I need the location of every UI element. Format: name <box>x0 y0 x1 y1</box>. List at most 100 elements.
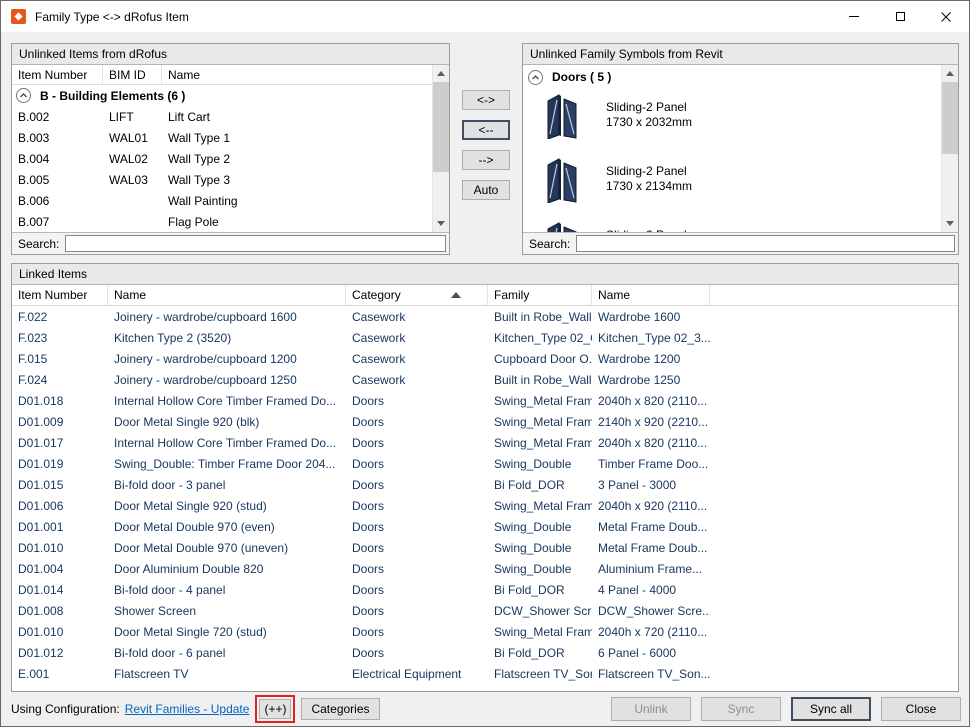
linked-col-family-name[interactable]: Name <box>592 285 710 305</box>
item-number-cell: D01.017 <box>12 436 108 450</box>
drofus-search-row: Search: <box>12 232 449 254</box>
drofus-item-row[interactable]: B.002 LIFT Lift Cart <box>12 106 432 127</box>
close-button[interactable] <box>923 1 969 32</box>
linked-item-row[interactable]: D01.006 Door Metal Single 920 (stud) Doo… <box>12 495 958 516</box>
drofus-item-row[interactable]: B.007 Flag Pole <box>12 211 432 232</box>
scroll-down-icon[interactable] <box>433 215 449 232</box>
item-number-cell: D01.006 <box>12 499 108 513</box>
linked-item-row[interactable]: F.015 Joinery - wardrobe/cupboard 1200 C… <box>12 348 958 369</box>
collapse-chevron-up-icon[interactable] <box>528 70 543 85</box>
drofus-item-row[interactable]: B.006 Wall Painting <box>12 190 432 211</box>
drofus-column-headers: Item Number BIM ID Name <box>12 65 432 85</box>
revit-family-item[interactable]: Sliding-2 Panel 1730 x 2032mm <box>523 89 941 153</box>
scroll-thumb[interactable] <box>942 82 958 154</box>
sync-button[interactable]: Sync <box>701 697 781 721</box>
revit-group-row[interactable]: Doors ( 5 ) <box>523 65 941 89</box>
bim-id-cell: WAL02 <box>103 152 162 166</box>
linked-item-row[interactable]: F.022 Joinery - wardrobe/cupboard 1600 C… <box>12 306 958 327</box>
revit-item-text: Sliding-2 Panel <box>606 221 687 232</box>
linked-item-row[interactable]: D01.009 Door Metal Single 920 (blk) Door… <box>12 411 958 432</box>
linked-item-row[interactable]: D01.015 Bi-fold door - 3 panel Doors Bi … <box>12 474 958 495</box>
family-type-cell: 2040h x 820 (2110... <box>592 394 710 408</box>
expand-config-button[interactable]: (++) <box>259 699 291 719</box>
drofus-item-row[interactable]: B.005 WAL03 Wall Type 3 <box>12 169 432 190</box>
minimize-button[interactable] <box>831 1 877 32</box>
linked-item-row[interactable]: D01.014 Bi-fold door - 4 panel Doors Bi … <box>12 579 958 600</box>
linked-item-row[interactable]: D01.008 Shower Screen Doors DCW_Shower S… <box>12 600 958 621</box>
move-right-button[interactable]: --> <box>462 150 510 170</box>
family-type-name: Sliding-2 Panel <box>606 164 692 179</box>
drofus-item-row[interactable]: B.003 WAL01 Wall Type 1 <box>12 127 432 148</box>
linked-item-row[interactable]: E.001 Flatscreen TV Electrical Equipment… <box>12 663 958 684</box>
linked-item-row[interactable]: D01.018 Internal Hollow Core Timber Fram… <box>12 390 958 411</box>
drofus-group-row[interactable]: B - Building Elements (6 ) <box>12 85 432 106</box>
revit-family-item[interactable]: Sliding-2 Panel <box>523 217 941 232</box>
scroll-track[interactable] <box>942 82 958 215</box>
drofus-search-input[interactable] <box>65 235 446 252</box>
linked-col-category[interactable]: Category <box>346 285 488 305</box>
family-cell: Swing_Double <box>488 457 592 471</box>
drofus-col-item-number[interactable]: Item Number <box>12 65 103 84</box>
link-both-button[interactable]: <-> <box>462 90 510 110</box>
close-dialog-button[interactable]: Close <box>881 697 961 721</box>
linked-item-row[interactable]: F.024 Joinery - wardrobe/cupboard 1250 C… <box>12 369 958 390</box>
app-icon <box>10 8 27 25</box>
drofus-col-name[interactable]: Name <box>162 65 432 84</box>
revit-search-input[interactable] <box>576 235 955 252</box>
scroll-up-icon[interactable] <box>942 65 958 82</box>
drofus-scrollbar[interactable] <box>432 65 449 232</box>
category-cell: Doors <box>346 646 488 660</box>
family-cell: Swing_Double <box>488 541 592 555</box>
drofus-col-bim-id[interactable]: BIM ID <box>103 65 162 84</box>
category-cell: Casework <box>346 331 488 345</box>
revit-search-row: Search: <box>523 232 958 254</box>
unlinked-drofus-panel: Unlinked Items from dRofus Item Number B… <box>11 43 450 255</box>
scroll-thumb[interactable] <box>433 82 449 172</box>
linked-col-filler <box>710 285 958 305</box>
scroll-down-icon[interactable] <box>942 215 958 232</box>
linked-col-name[interactable]: Name <box>108 285 346 305</box>
auto-link-button[interactable]: Auto <box>462 180 510 200</box>
collapse-chevron-up-icon[interactable] <box>16 88 31 103</box>
linked-col-item-number[interactable]: Item Number <box>12 285 108 305</box>
configuration-link[interactable]: Revit Families - Update <box>125 702 250 716</box>
revit-item-list: Sliding-2 Panel 1730 x 2032mm Sliding-2 … <box>523 89 941 232</box>
linked-item-row[interactable]: F.023 Kitchen Type 2 (3520) Casework Kit… <box>12 327 958 348</box>
linked-col-family[interactable]: Family <box>488 285 592 305</box>
family-type-cell: DCW_Shower Scre... <box>592 604 710 618</box>
item-name-cell: Joinery - wardrobe/cupboard 1200 <box>108 352 346 366</box>
item-name-cell: Door Metal Double 970 (even) <box>108 520 346 534</box>
scroll-track[interactable] <box>433 82 449 215</box>
item-number-cell: D01.009 <box>12 415 108 429</box>
categories-button[interactable]: Categories <box>301 698 379 720</box>
drofus-item-row[interactable]: B.004 WAL02 Wall Type 2 <box>12 148 432 169</box>
title-bar: Family Type <-> dRofus Item <box>1 1 969 32</box>
family-type-cell: 2140h x 920 (2210... <box>592 415 710 429</box>
item-number-cell: F.015 <box>12 352 108 366</box>
unlink-button[interactable]: Unlink <box>611 697 691 721</box>
family-type-cell: Wardrobe 1200 <box>592 352 710 366</box>
category-cell: Doors <box>346 604 488 618</box>
scroll-up-icon[interactable] <box>433 65 449 82</box>
linked-item-row[interactable]: D01.019 Swing_Double: Timber Frame Door … <box>12 453 958 474</box>
linked-item-row[interactable]: D01.010 Door Metal Single 720 (stud) Doo… <box>12 621 958 642</box>
item-number-cell: F.023 <box>12 331 108 345</box>
item-number-cell: B.007 <box>12 215 103 229</box>
family-type-cell: 6 Panel - 6000 <box>592 646 710 660</box>
maximize-button[interactable] <box>877 1 923 32</box>
revit-scrollbar[interactable] <box>941 65 958 232</box>
sync-all-button[interactable]: Sync all <box>791 697 871 721</box>
category-cell: Doors <box>346 415 488 429</box>
linked-items-panel-header: Linked Items <box>12 264 958 285</box>
footer-bar: Using Configuration: Revit Families - Up… <box>1 692 969 726</box>
linked-item-row[interactable]: D01.001 Door Metal Double 970 (even) Doo… <box>12 516 958 537</box>
linked-item-row[interactable]: D01.004 Door Aluminium Double 820 Doors … <box>12 558 958 579</box>
family-type-cell: 2040h x 820 (2110... <box>592 436 710 450</box>
linked-item-row[interactable]: D01.012 Bi-fold door - 6 panel Doors Bi … <box>12 642 958 663</box>
item-number-cell: E.001 <box>12 667 108 681</box>
linked-item-row[interactable]: D01.017 Internal Hollow Core Timber Fram… <box>12 432 958 453</box>
revit-family-item[interactable]: Sliding-2 Panel 1730 x 2134mm <box>523 153 941 217</box>
move-left-button[interactable]: <-- <box>462 120 510 140</box>
revit-item-text: Sliding-2 Panel 1730 x 2032mm <box>606 93 692 153</box>
linked-item-row[interactable]: D01.010 Door Metal Double 970 (uneven) D… <box>12 537 958 558</box>
